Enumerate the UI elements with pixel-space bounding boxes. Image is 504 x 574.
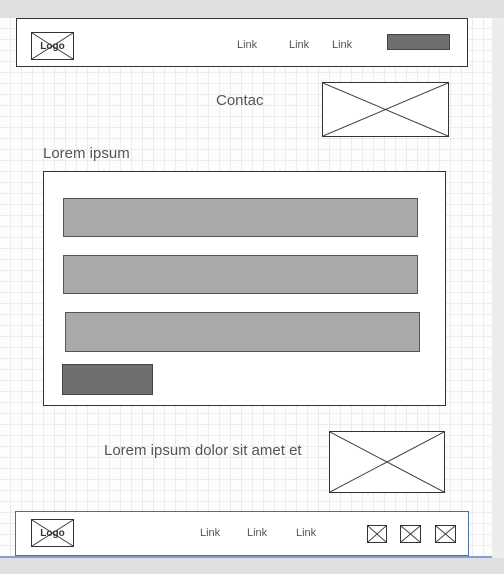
form-submit-button[interactable] [62,364,153,395]
window-bottom-bar [0,558,504,574]
selection-line [0,556,492,558]
image-placeholder-icon [368,526,386,542]
form-heading: Lorem ipsum [43,145,130,162]
footer-social-2[interactable] [400,525,421,543]
form-field-1[interactable] [63,198,418,237]
footer-social-1[interactable] [367,525,387,543]
form-field-2[interactable] [63,255,418,294]
header-nav-link-2[interactable]: Link [289,39,309,51]
image-placeholder-icon [401,526,420,542]
contact-image [322,82,449,137]
window-top-bar [0,0,504,18]
footer-social-3[interactable] [435,525,456,543]
header-action-button[interactable] [387,34,450,50]
header-nav-link-3[interactable]: Link [332,39,352,51]
footer-nav-link-3[interactable]: Link [296,527,316,539]
image-placeholder-icon [323,83,448,136]
footer-nav-link-2[interactable]: Link [247,527,267,539]
image-placeholder-icon [330,432,444,492]
form-field-3[interactable] [65,312,420,352]
footer-logo-label: Logo [40,527,65,539]
canvas-right-strip [492,18,504,558]
header-nav-link-1[interactable]: Link [237,39,257,51]
promo-image [329,431,445,493]
footer-nav-link-1[interactable]: Link [200,527,220,539]
header-logo[interactable]: Logo [31,32,74,60]
image-placeholder-icon [436,526,455,542]
footer-logo[interactable]: Logo [31,519,74,547]
header-logo-label: Logo [40,40,65,52]
contact-title: Contac [216,92,264,109]
promo-text: Lorem ipsum dolor sit amet et [104,442,302,459]
